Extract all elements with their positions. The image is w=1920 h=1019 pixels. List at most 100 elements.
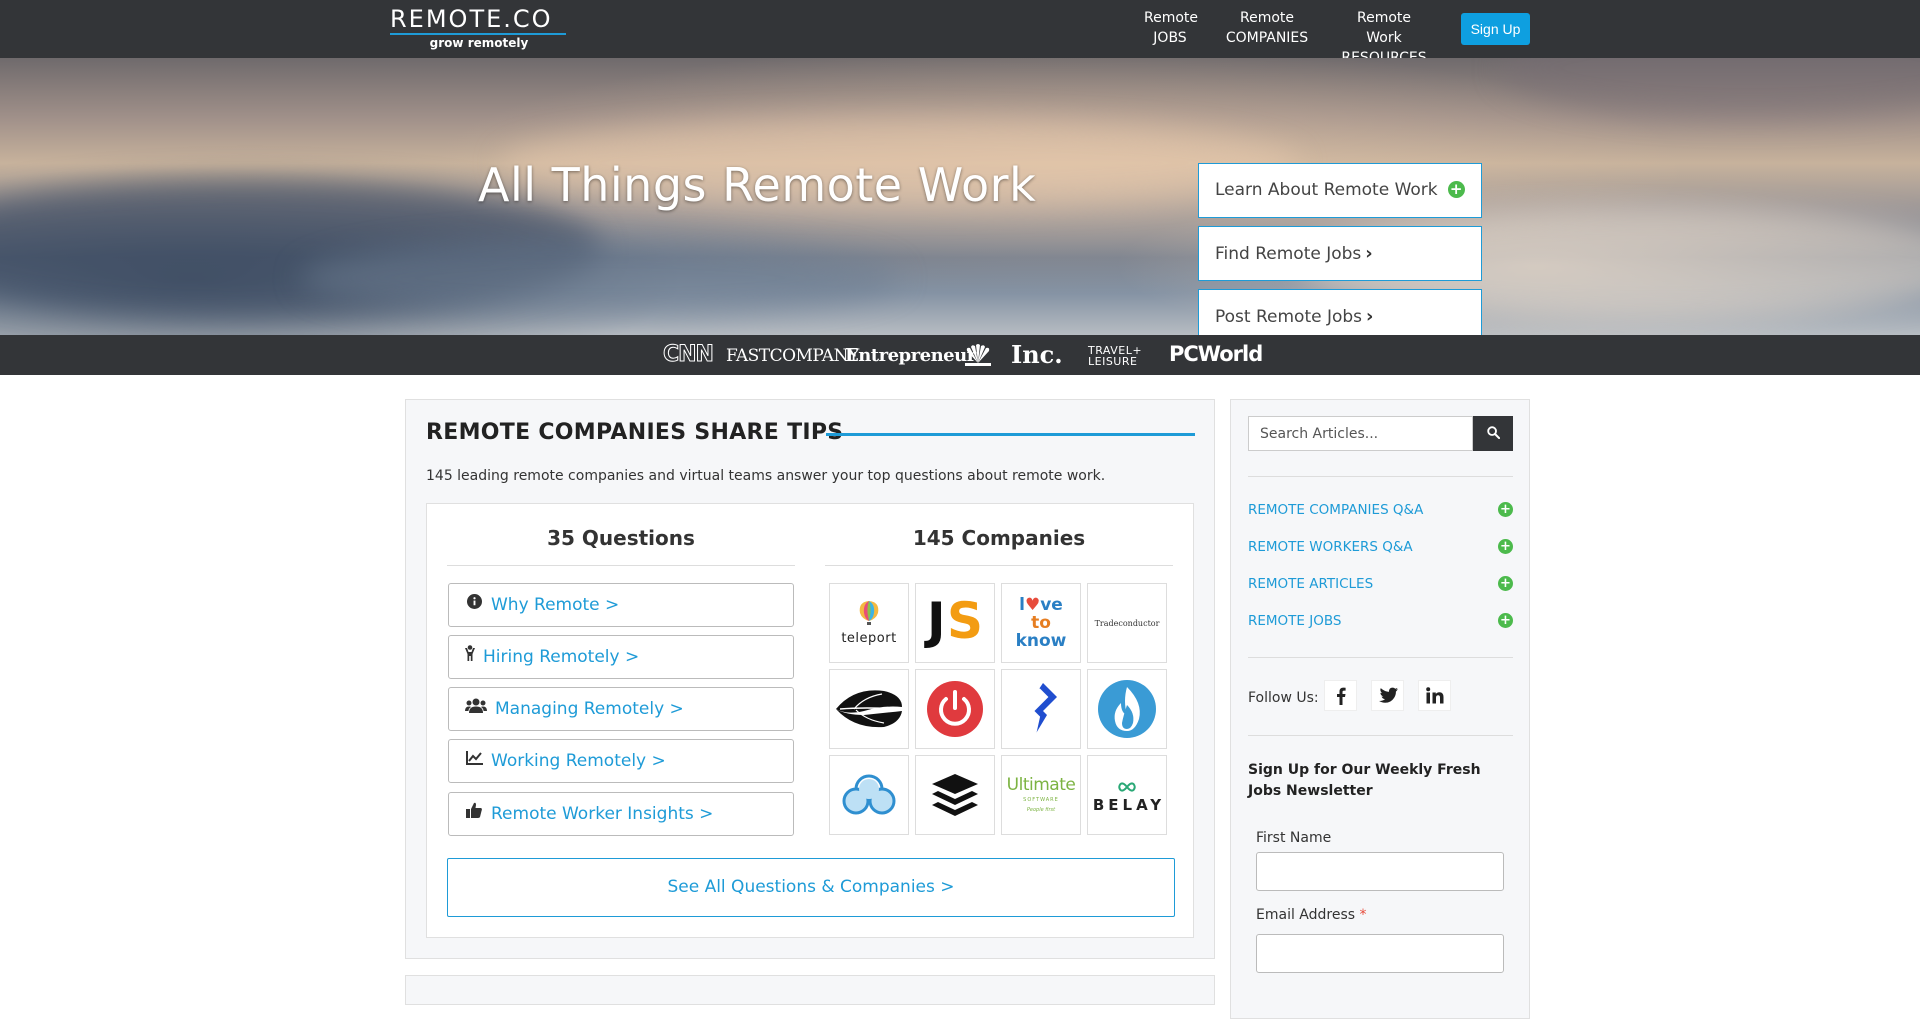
email-address-label: Email Address * — [1256, 907, 1367, 923]
tradeconductor-wordmark: Tradeconductor — [1094, 618, 1160, 628]
power-logo-icon — [927, 681, 983, 737]
company-logo-teleport[interactable]: teleport — [829, 583, 909, 663]
why-remote-label: Why Remote > — [491, 595, 620, 615]
post-remote-jobs-button[interactable]: Post Remote Jobs › — [1198, 289, 1482, 335]
teleport-balloon-icon — [859, 600, 879, 625]
sign-up-button[interactable]: Sign Up — [1461, 13, 1530, 45]
cloud-logo-icon — [842, 774, 896, 815]
sidebar-link-label: REMOTE ARTICLES — [1248, 576, 1374, 592]
sidebar-link-label: REMOTE WORKERS Q&A — [1248, 539, 1413, 555]
sidebar-link-remote-jobs[interactable]: REMOTE JOBS + — [1248, 611, 1513, 631]
company-logo-toptal[interactable] — [1001, 669, 1081, 749]
sidebar-link-remote-workers-qa[interactable]: REMOTE WORKERS Q&A + — [1248, 537, 1513, 557]
nav-resources-line1: Remote Work — [1356, 10, 1412, 46]
company-logo-buffer[interactable] — [915, 755, 995, 835]
travel-leisure-line2: LEISURE — [1088, 355, 1138, 368]
facebook-icon — [1336, 687, 1346, 705]
sidebar-divider — [1248, 735, 1513, 736]
nav-remote-companies[interactable]: Remote COMPANIES — [1225, 8, 1309, 48]
email-address-input[interactable] — [1256, 934, 1504, 973]
ultimate-software-wordmark: Ultimate SOFTWARE People first — [1006, 775, 1076, 813]
person-icon — [465, 636, 475, 678]
sidebar-link-remote-articles[interactable]: REMOTE ARTICLES + — [1248, 574, 1513, 594]
company-logo-js[interactable]: J S — [915, 583, 995, 663]
next-section-card — [405, 975, 1215, 1005]
company-logo-tradeconductor[interactable]: Tradeconductor — [1087, 583, 1167, 663]
companies-divider — [825, 565, 1173, 566]
logo-underline — [390, 33, 566, 35]
find-remote-jobs-button[interactable]: Find Remote Jobs › — [1198, 226, 1482, 281]
inc-logo: Inc. — [1011, 340, 1063, 369]
top-navigation: REMOTE.CO grow remotely Remote JOBS Remo… — [0, 0, 1920, 66]
required-asterisk: * — [1359, 907, 1367, 923]
nav-remote-companies-line1: Remote — [1239, 10, 1295, 26]
linkedin-link[interactable] — [1418, 680, 1451, 711]
buffer-stack-icon — [932, 774, 978, 816]
remote-worker-insights-label: Remote Worker Insights > — [491, 804, 714, 824]
sidebar-link-remote-companies-qa[interactable]: REMOTE COMPANIES Q&A + — [1248, 500, 1513, 520]
twitter-link[interactable] — [1371, 680, 1404, 711]
leaf-logo-icon — [836, 690, 902, 728]
managing-remotely-label: Managing Remotely > — [495, 699, 684, 719]
learn-about-remote-work-button[interactable]: Learn About Remote Work + — [1198, 163, 1482, 218]
site-logo[interactable]: REMOTE.CO grow remotely — [390, 6, 568, 49]
nbc-peacock-logo — [965, 344, 991, 366]
users-icon — [465, 688, 487, 730]
js-logo-text: J S — [927, 592, 984, 650]
hiring-remotely-button[interactable]: Hiring Remotely > — [448, 635, 794, 679]
remote-companies-tips-card: REMOTE COMPANIES SHARE TIPS 145 leading … — [405, 399, 1215, 959]
belay-infinity-icon — [1118, 781, 1136, 792]
learn-about-remote-work-label: Learn About Remote Work — [1215, 180, 1438, 200]
companies-heading: 145 Companies — [912, 526, 1086, 550]
search-articles-input[interactable] — [1248, 416, 1473, 451]
flame-logo-icon — [1098, 680, 1156, 738]
email-address-label-text: Email Address — [1256, 907, 1356, 923]
logo-wordmark: REMOTE.CO — [390, 5, 553, 33]
company-logo-ultimate-software[interactable]: Ultimate SOFTWARE People first — [1001, 755, 1081, 835]
sidebar-divider — [1248, 476, 1513, 477]
logo-tagline: grow remotely — [429, 36, 529, 50]
plus-circle-icon: + — [1498, 576, 1513, 591]
company-logo-belay[interactable]: BELAY — [1087, 755, 1167, 835]
company-logo-love-to-know[interactable]: l♥ve to know — [1001, 583, 1081, 663]
press-logos-bar: CNN FASTCOMPANY Entrepreneur Inc. TRAVEL… — [0, 335, 1920, 375]
post-remote-jobs-label: Post Remote Jobs — [1215, 307, 1363, 327]
cloud-decoration — [300, 238, 900, 318]
section-intro: 145 leading remote companies and virtual… — [426, 468, 1106, 484]
sidebar-link-label: REMOTE COMPANIES Q&A — [1248, 502, 1424, 518]
managing-remotely-button[interactable]: Managing Remotely > — [448, 687, 794, 731]
cloud-decoration — [1500, 58, 1920, 118]
nav-remote-jobs[interactable]: Remote JOBS — [1144, 8, 1198, 48]
remote-worker-insights-button[interactable]: Remote Worker Insights > — [448, 792, 794, 836]
working-remotely-button[interactable]: Working Remotely > — [448, 739, 794, 783]
plus-circle-icon: + — [1498, 502, 1513, 517]
facebook-link[interactable] — [1324, 680, 1357, 711]
nav-remote-jobs-line2: JOBS — [1153, 30, 1187, 46]
belay-wordmark: BELAY — [1092, 795, 1166, 814]
questions-divider — [447, 565, 795, 566]
love-to-know-wordmark: l♥ve to know — [1015, 595, 1067, 651]
teleport-wordmark: teleport — [841, 630, 897, 646]
why-remote-button[interactable]: Why Remote > — [448, 583, 794, 627]
company-logo-cloud[interactable] — [829, 755, 909, 835]
company-logo-power[interactable] — [915, 669, 995, 749]
line-chart-icon — [465, 740, 483, 782]
company-logo-flame[interactable] — [1087, 669, 1167, 749]
first-name-label: First Name — [1256, 830, 1332, 846]
twitter-icon — [1378, 687, 1398, 703]
toptal-logo-icon — [1031, 683, 1057, 736]
search-icon — [1486, 425, 1500, 439]
fast-company-logo: FASTCOMPANY — [726, 346, 859, 366]
hero-banner: All Things Remote Work Learn About Remot… — [0, 58, 1920, 335]
plus-circle-icon: + — [1498, 539, 1513, 554]
sidebar-divider — [1248, 657, 1513, 658]
see-all-questions-companies-button[interactable]: See All Questions & Companies > — [447, 858, 1175, 917]
hero-title: All Things Remote Work — [478, 158, 1037, 212]
hiring-remotely-label: Hiring Remotely > — [483, 647, 640, 667]
sidebar-link-label: REMOTE JOBS — [1248, 613, 1342, 629]
first-name-input[interactable] — [1256, 852, 1504, 891]
questions-companies-box: 35 Questions 145 Companies Why Remote > … — [426, 503, 1194, 938]
search-button[interactable] — [1473, 416, 1513, 451]
company-logo-leaf[interactable] — [829, 669, 909, 749]
chevron-right-icon: › — [1366, 306, 1374, 327]
